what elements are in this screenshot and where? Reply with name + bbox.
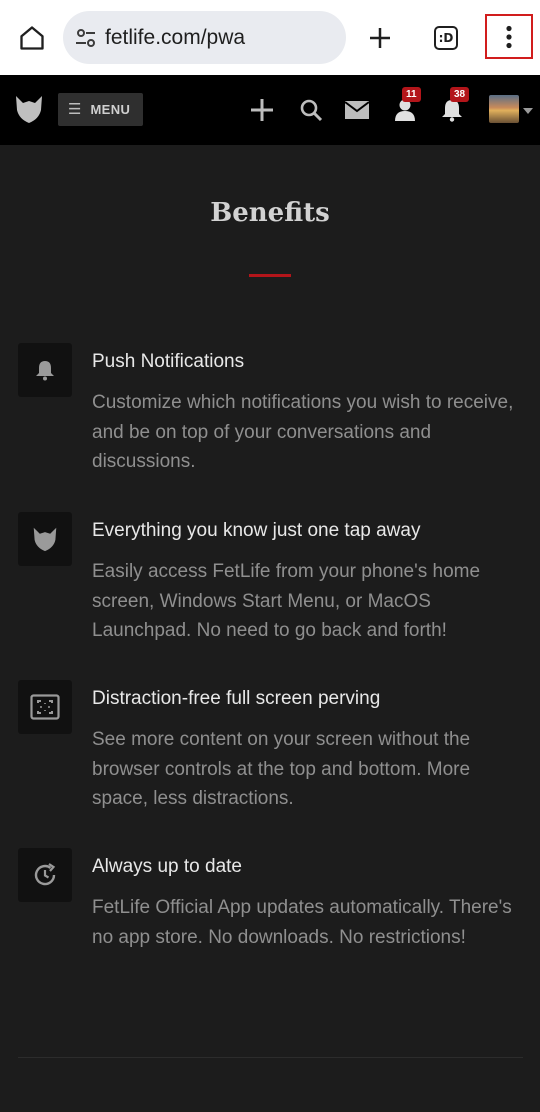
benefit-description: Easily access FetLife from your phone's … (92, 561, 481, 641)
notifications-button[interactable]: 38 (437, 87, 470, 125)
menu-label: MENU (90, 102, 131, 117)
menu-button[interactable]: ☰ MENU (58, 93, 143, 126)
fullscreen-icon (30, 694, 60, 720)
benefit-title: Distraction-free full screen perving (92, 688, 381, 709)
fetlife-logo-icon[interactable] (14, 94, 44, 124)
chevron-down-icon[interactable] (523, 108, 533, 114)
url-text[interactable]: fetlife.com/pwa (105, 24, 245, 51)
friends-badge: 11 (402, 87, 421, 102)
more-vert-icon (506, 25, 512, 48)
section-divider (18, 1057, 523, 1058)
benefit-icon-box (18, 512, 72, 566)
hamburger-icon: ☰ (68, 101, 82, 118)
bell-icon (36, 361, 54, 381)
mail-icon (344, 101, 370, 119)
benefit-description: Customize which notifications you wish t… (92, 392, 514, 472)
benefit-icon-box (18, 680, 72, 734)
title-divider (249, 274, 291, 277)
fetlife-logo-icon (33, 527, 57, 552)
browser-toolbar: fetlife.com/pwa :D (0, 0, 540, 75)
site-header: ☰ MENU 11 38 (0, 75, 540, 145)
tab-switcher-icon: :D (434, 26, 458, 50)
benefit-title: Always up to date (92, 856, 242, 877)
tab-switcher-button[interactable]: :D (428, 20, 464, 56)
benefit-title: Push Notifications (92, 351, 245, 372)
benefit-title: Everything you know just one tap away (92, 520, 421, 541)
benefit-icon-box (18, 848, 72, 902)
address-bar[interactable]: fetlife.com/pwa (63, 11, 346, 64)
benefit-icon-box (18, 343, 72, 397)
inbox-button[interactable] (342, 95, 372, 125)
avatar[interactable] (489, 95, 519, 123)
page-title: Benefits (210, 198, 330, 228)
tune-icon[interactable] (73, 25, 99, 51)
create-button[interactable] (247, 95, 277, 125)
plus-icon (251, 99, 273, 121)
new-tab-button[interactable] (362, 20, 398, 56)
benefit-description: FetLife Official App updates automatical… (92, 897, 512, 948)
search-icon (300, 99, 323, 122)
home-icon (20, 26, 44, 50)
update-icon (34, 863, 56, 886)
plus-icon (370, 28, 390, 48)
notifications-badge: 38 (450, 87, 470, 102)
benefit-description: See more content on your screen without … (92, 729, 471, 809)
browser-menu-button[interactable] (485, 14, 533, 59)
search-button[interactable] (296, 95, 326, 125)
friends-button[interactable]: 11 (390, 87, 421, 125)
home-button[interactable] (14, 20, 50, 56)
